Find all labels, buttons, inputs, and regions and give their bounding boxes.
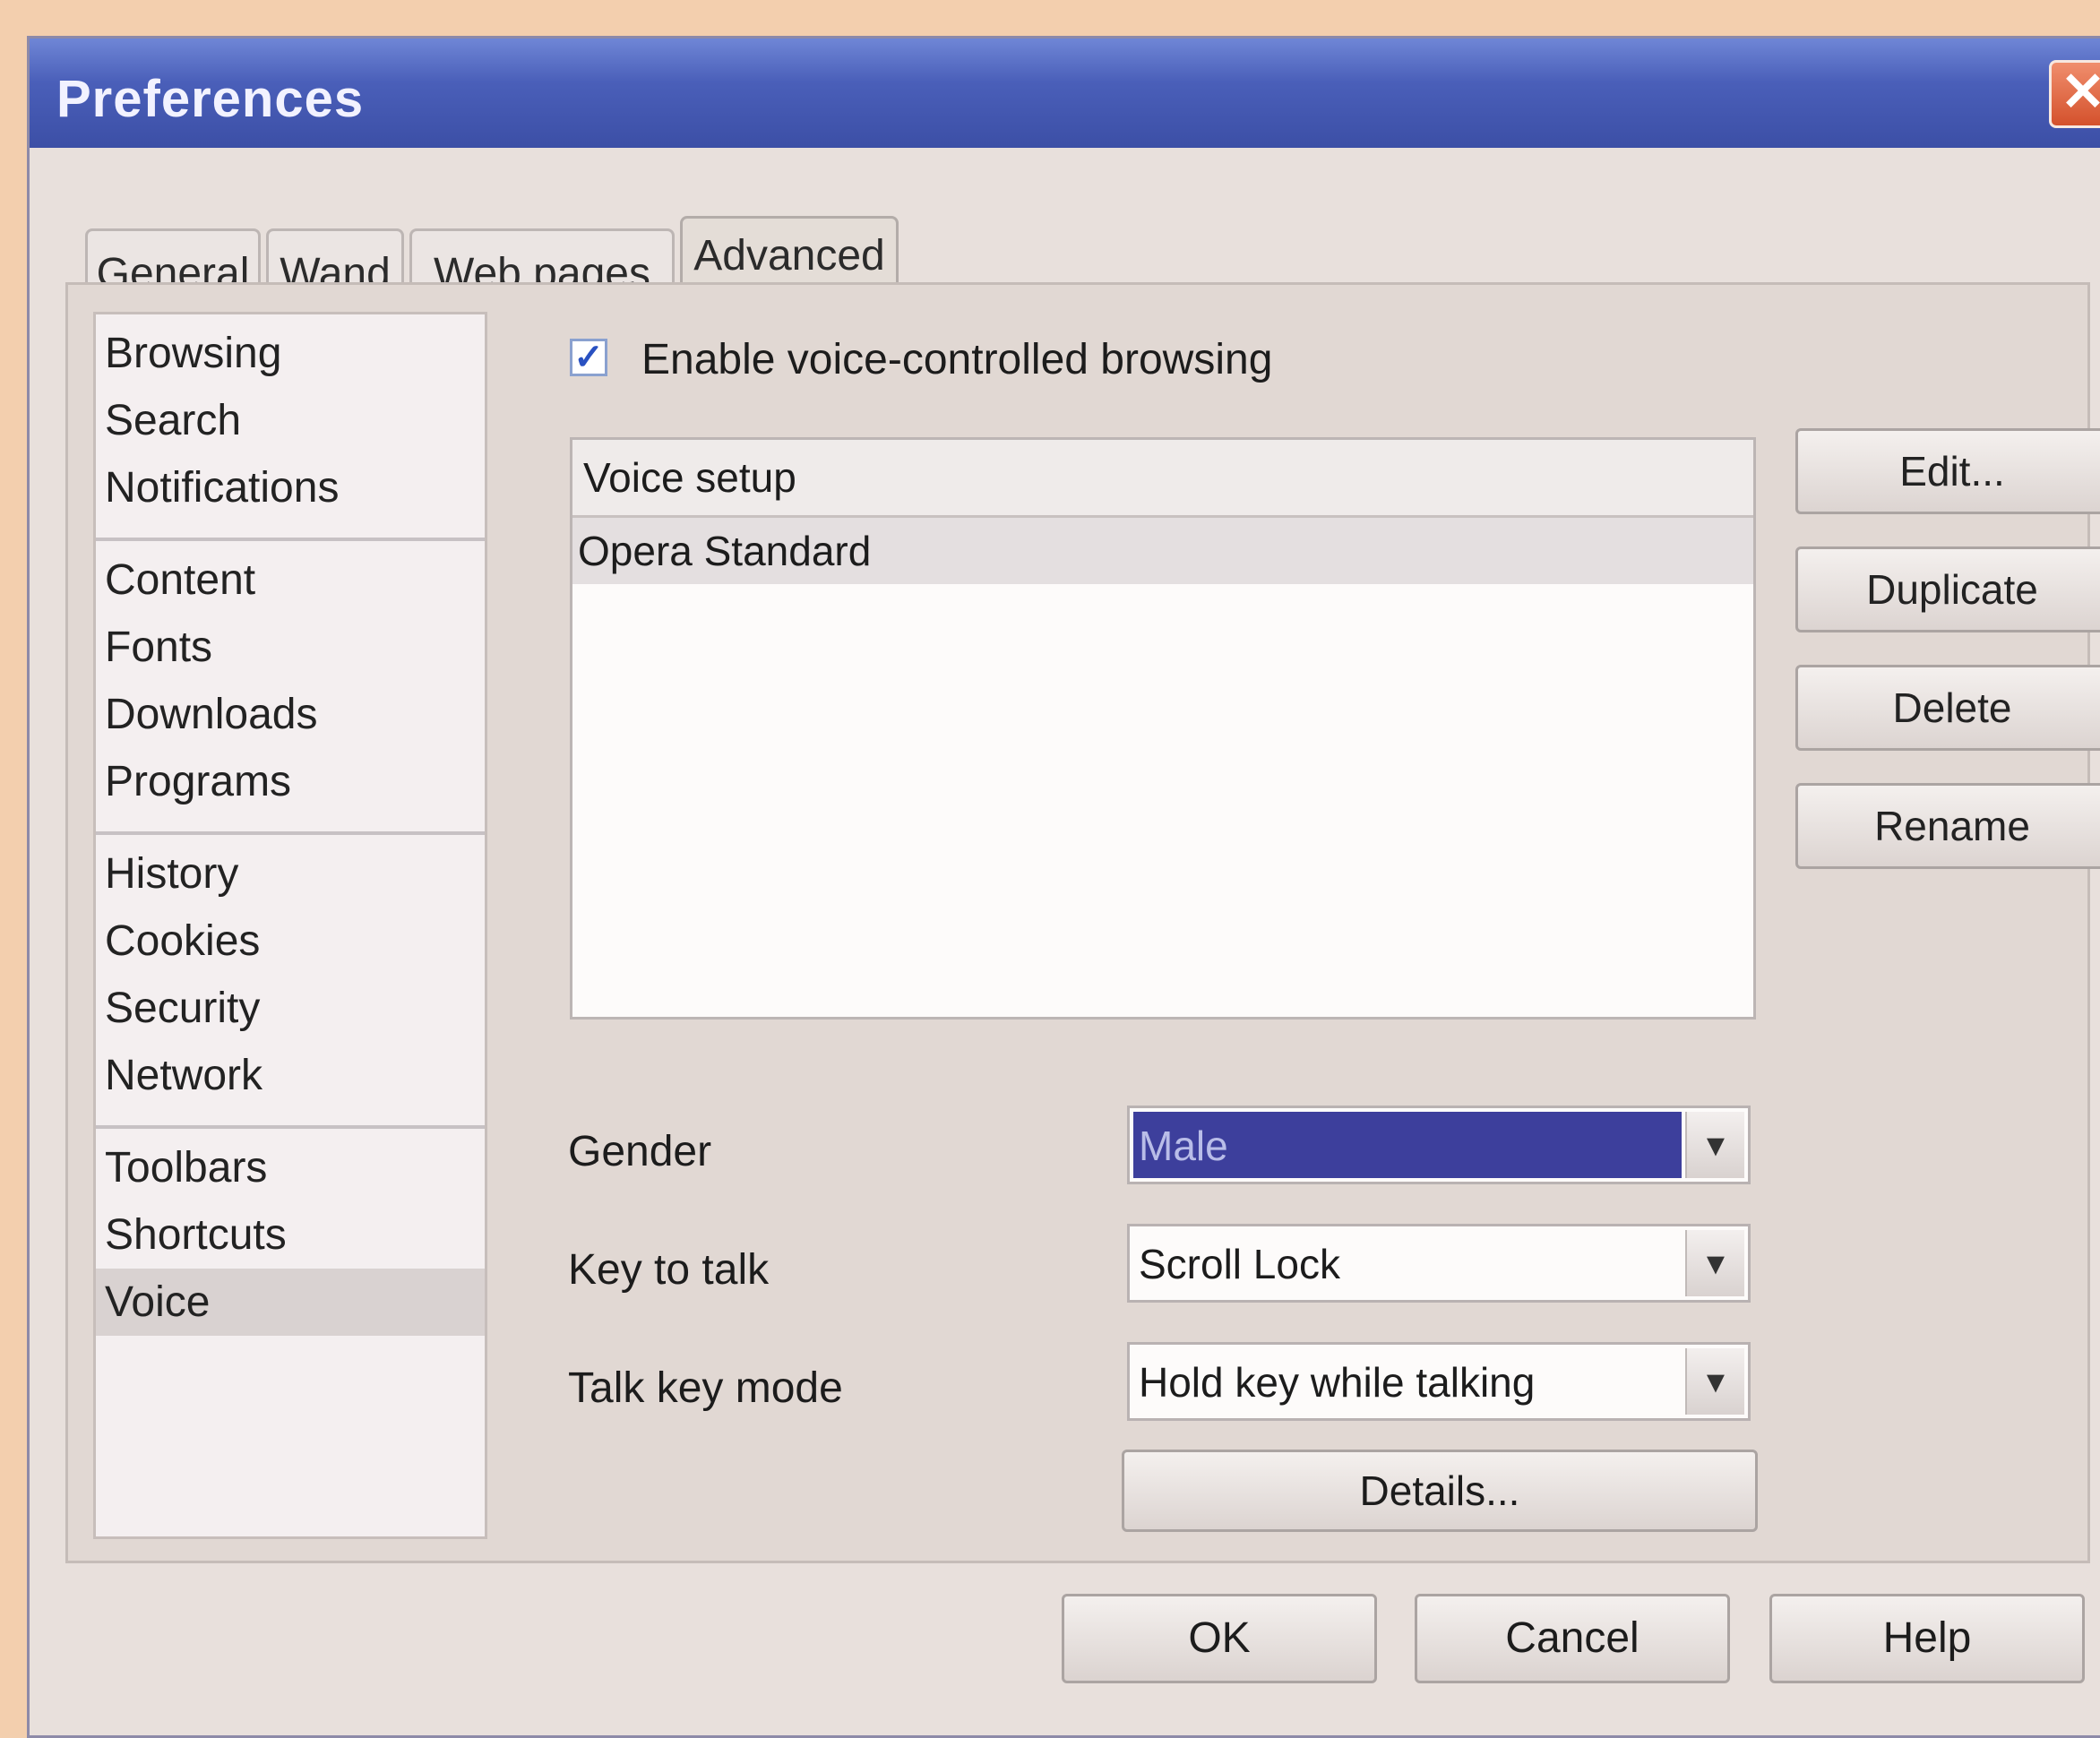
talk-key-mode-label: Talk key mode (568, 1364, 843, 1412)
talk-key-mode-select[interactable]: Hold key while talking ▼ (1127, 1342, 1751, 1421)
rename-button[interactable]: Rename (1795, 783, 2100, 869)
category-network[interactable]: Network (96, 1042, 485, 1109)
category-search[interactable]: Search (96, 387, 485, 454)
category-content[interactable]: Content (96, 546, 485, 614)
category-history[interactable]: History (96, 840, 485, 908)
ok-button[interactable]: OK (1062, 1594, 1377, 1683)
category-toolbars[interactable]: Toolbars (96, 1134, 485, 1201)
category-browsing[interactable]: Browsing (96, 320, 485, 387)
enable-voice-label[interactable]: Enable voice-controlled browsing (641, 335, 1272, 384)
category-fonts[interactable]: Fonts (96, 614, 485, 681)
key-to-talk-select[interactable]: Scroll Lock ▼ (1127, 1224, 1751, 1303)
category-voice[interactable]: Voice (96, 1269, 485, 1336)
category-group: History Cookies Security Network (96, 835, 485, 1129)
delete-button[interactable]: Delete (1795, 665, 2100, 751)
advanced-panel: Browsing Search Notifications Content Fo… (65, 282, 2100, 1563)
category-shortcuts[interactable]: Shortcuts (96, 1201, 485, 1269)
category-downloads[interactable]: Downloads (96, 681, 485, 748)
gender-value: Male (1133, 1112, 1682, 1178)
chevron-down-icon[interactable]: ▼ (1685, 1230, 1744, 1296)
category-group: Browsing Search Notifications (96, 314, 485, 541)
chevron-down-icon[interactable]: ▼ (1685, 1348, 1744, 1415)
window-title: Preferences (56, 70, 365, 128)
list-item[interactable]: Opera Standard (572, 518, 1753, 584)
category-list: Browsing Search Notifications Content Fo… (93, 312, 487, 1539)
category-cookies[interactable]: Cookies (96, 908, 485, 975)
talk-key-mode-value: Hold key while talking (1139, 1359, 1536, 1406)
key-to-talk-value: Scroll Lock (1139, 1241, 1340, 1287)
category-programs[interactable]: Programs (96, 748, 485, 815)
chevron-down-icon[interactable]: ▼ (1685, 1112, 1744, 1178)
category-group: Toolbars Shortcuts Voice (96, 1129, 485, 1352)
title-bar[interactable]: Preferences ✕ (30, 39, 2100, 148)
cancel-button[interactable]: Cancel (1415, 1594, 1730, 1683)
close-icon[interactable]: ✕ (2049, 60, 2100, 128)
voice-setup-header[interactable]: Voice setup (572, 440, 1753, 518)
category-group: Content Fonts Downloads Programs (96, 541, 485, 835)
gender-select[interactable]: Male ▼ (1127, 1106, 1751, 1184)
voice-setup-list: Voice setup Opera Standard (570, 437, 1756, 1020)
preferences-dialog: Preferences ✕ General Wand Web pages Adv… (27, 36, 2100, 1738)
duplicate-button[interactable]: Duplicate (1795, 546, 2100, 632)
category-notifications[interactable]: Notifications (96, 454, 485, 521)
gender-label: Gender (568, 1128, 712, 1175)
edit-button[interactable]: Edit... (1795, 428, 2100, 514)
key-to-talk-label: Key to talk (568, 1246, 770, 1294)
details-button[interactable]: Details... (1122, 1450, 1758, 1532)
enable-voice-checkbox[interactable]: ✓ (570, 339, 607, 376)
help-button[interactable]: Help (1769, 1594, 2085, 1683)
category-security[interactable]: Security (96, 975, 485, 1042)
